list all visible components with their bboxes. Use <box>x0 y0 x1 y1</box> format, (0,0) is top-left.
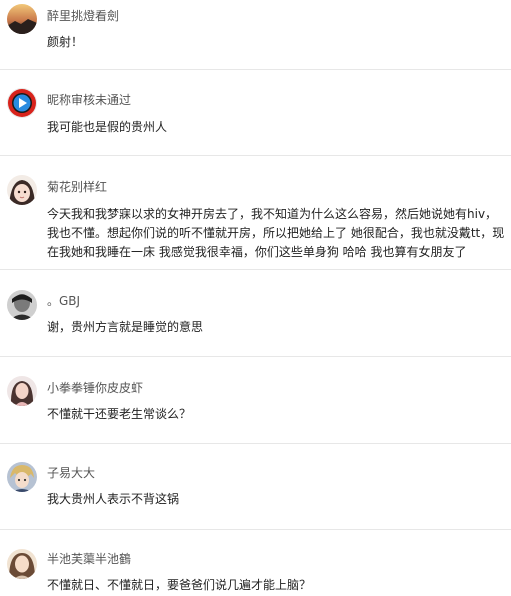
anime-character-icon <box>7 462 37 492</box>
comment-text-line: 谢，贵州方言就是睡觉的意思 <box>47 320 204 334</box>
play-logo-icon <box>7 88 37 118</box>
bw-portrait-icon <box>7 290 37 320</box>
cartoon-face-icon <box>7 175 37 205</box>
comment-divider <box>0 443 511 444</box>
user-avatar[interactable] <box>7 88 37 118</box>
comment-username[interactable]: 小拳拳锤你皮皮虾 <box>47 381 143 395</box>
user-avatar[interactable] <box>7 376 37 406</box>
comment-divider <box>0 356 511 357</box>
comment-text: 不懂就日、不懂就日，要爸爸们说几遍才能上脑？ <box>47 576 503 595</box>
comment-username[interactable]: 菊花别样红 <box>47 180 107 194</box>
comment-text: 今天我和我梦寐以求的女神开房去了，我不知道为什么这么容易，然后她说她有hiv， … <box>47 205 505 262</box>
girl-photo-icon <box>7 549 37 579</box>
comment-text-line: 我可能也是假的贵州人 <box>47 120 168 134</box>
comment-text-line: 我也不懂。想起你们说的听不懂就开房，所以把她给上了 她很配合，我也就没戴tt，现 <box>47 226 505 240</box>
comment-username[interactable]: 子易大大 <box>47 466 95 480</box>
comment-username[interactable]: 醉里挑燈看劍 <box>47 9 119 23</box>
comment-text: 谢，贵州方言就是睡觉的意思 <box>47 318 503 337</box>
comment-text-line: 今天我和我梦寐以求的女神开房去了，我不知道为什么这么容易，然后她说她有hiv， <box>47 207 498 221</box>
comment-text-line: 颜射！ <box>47 35 84 49</box>
comment-divider <box>0 69 511 70</box>
comment-text: 不懂就干还要老生常谈么？ <box>47 405 503 424</box>
comment-divider <box>0 269 511 270</box>
comment-divider <box>0 155 511 156</box>
comment-text-line: 不懂就日、不懂就日，要爸爸们说几遍才能上脑？ <box>47 578 312 592</box>
comment-username[interactable]: 半池芙蕖半池鶴 <box>47 552 131 566</box>
comment-text: 颜射！ <box>47 33 503 52</box>
user-avatar[interactable] <box>7 4 37 34</box>
comment-username[interactable]: 。GBJ <box>47 294 80 308</box>
comment-text: 我大贵州人表示不背这锅 <box>47 490 503 509</box>
comment-text-line: 不懂就干还要老生常谈么？ <box>47 407 192 421</box>
avatar-dusk-photo-icon <box>7 4 37 34</box>
user-avatar[interactable] <box>7 290 37 320</box>
user-avatar[interactable] <box>7 549 37 579</box>
girl-portrait-icon <box>7 376 37 406</box>
comment-divider <box>0 529 511 530</box>
comment-username[interactable]: 昵称审核未通过 <box>47 93 131 107</box>
comment-text-line: 在我她和我睡在一床 我感觉我很幸福，你们这些单身狗 哈哈 我也算有女朋友了 <box>47 245 467 259</box>
user-avatar[interactable] <box>7 175 37 205</box>
user-avatar[interactable] <box>7 462 37 492</box>
comment-text-line: 我大贵州人表示不背这锅 <box>47 492 180 506</box>
comment-feed: 醉里挑燈看劍 颜射！ 昵称审核未通过 我可能也是假的贵州人 菊花别样红 今天我和… <box>0 0 511 596</box>
comment-text: 我可能也是假的贵州人 <box>47 118 503 137</box>
